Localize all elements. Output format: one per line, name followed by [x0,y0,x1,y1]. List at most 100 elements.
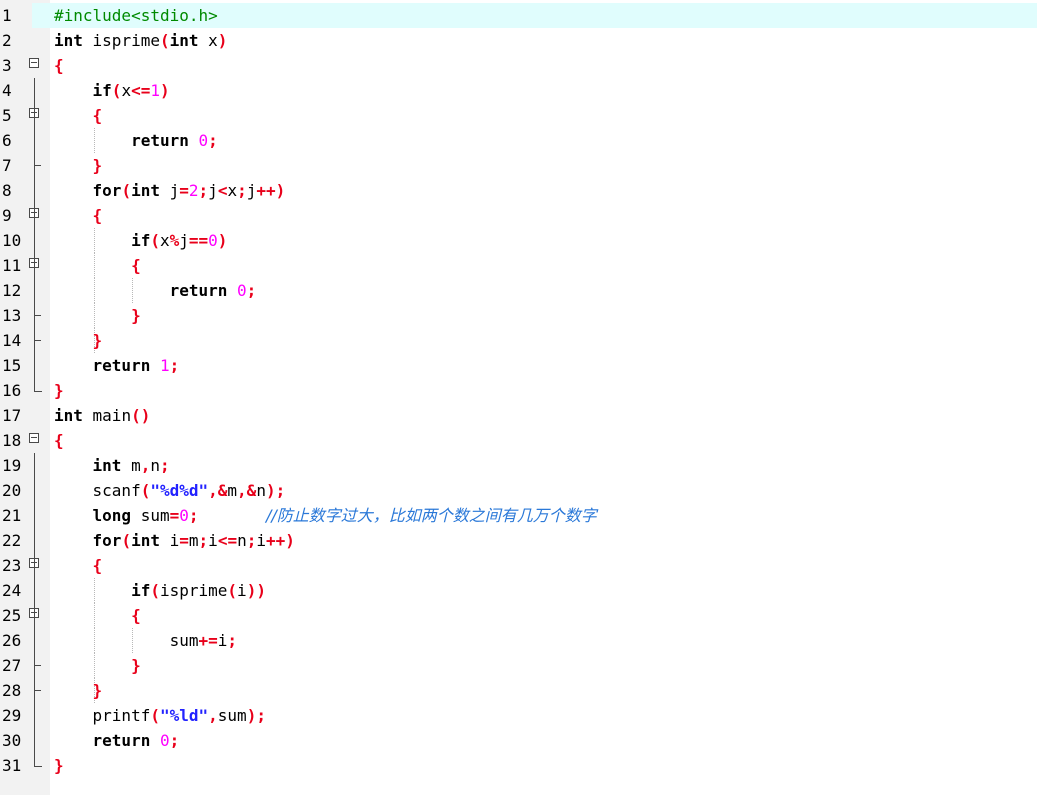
line-number: 22 [0,528,32,553]
code-text[interactable]: return 0; [54,728,180,753]
code-text[interactable]: } [54,328,103,353]
code-text[interactable]: for(int i=m;i<=n;i++) [54,528,295,553]
code-text[interactable]: long sum=0; //防止数字过大，比如两个数之间有几万个数字 [54,503,597,528]
keyword-token: return [92,731,151,750]
line-number: 30 [0,728,32,753]
code-line[interactable]: 21 long sum=0; //防止数字过大，比如两个数之间有几万个数字 [0,503,1037,528]
fold-line [34,628,35,653]
code-line[interactable]: 28 } [0,678,1037,703]
code-line[interactable]: 24 if(isprime(i)) [0,578,1037,603]
code-text[interactable]: int m,n; [54,453,170,478]
line-number: 28 [0,678,32,703]
code-text[interactable]: { [54,428,64,453]
operator-token: )) [246,581,266,600]
fold-line [34,503,35,528]
code-text[interactable]: } [54,753,64,778]
operator-token: , [208,706,218,725]
code-line[interactable]: 4 if(x<=1) [0,78,1037,103]
plain-token: sum [131,506,170,525]
line-number: 9 [0,203,32,228]
keyword-token: int [169,31,199,50]
code-line[interactable]: 17 int main() [0,403,1037,428]
code-text[interactable]: if(isprime(i)) [54,578,266,603]
fold-branch-marker [34,690,41,691]
code-line[interactable]: 7 } [0,153,1037,178]
code-text[interactable]: return 0; [54,278,257,303]
code-text[interactable]: { [54,53,64,78]
code-text[interactable]: for(int j=2;j<x;j++) [54,178,286,203]
code-line[interactable]: 22 for(int i=m;i<=n;i++) [0,528,1037,553]
plain-token: j [179,231,189,250]
line-number: 17 [0,403,32,428]
operator-token: ; [246,281,257,300]
code-line[interactable]: 3{ [0,53,1037,78]
operator-token: < [217,181,228,200]
code-line[interactable]: 25 { [0,603,1037,628]
code-text[interactable]: if(x<=1) [54,78,170,103]
fold-line [34,728,35,753]
code-editor[interactable]: 1 #include<stdio.h> 2 int isprime(int x) 3{4… [0,0,1037,795]
code-line[interactable]: 19 int m,n; [0,453,1037,478]
code-line[interactable]: 29 printf("%ld",sum); [0,703,1037,728]
plain-token: i [159,531,180,550]
code-line[interactable]: 5 { [0,103,1037,128]
code-text[interactable]: { [54,253,141,278]
code-line[interactable]: 1 #include<stdio.h> [0,3,1037,28]
code-line[interactable]: 27 } [0,653,1037,678]
code-text[interactable]: } [54,153,103,178]
code-text[interactable]: { [54,103,103,128]
code-line[interactable]: 26 sum+=i; [0,628,1037,653]
code-text[interactable]: { [54,203,103,228]
code-text[interactable]: } [54,678,103,703]
code-text[interactable]: return 0; [54,128,218,153]
fold-line [34,228,35,253]
code-line[interactable]: 6 return 0; [0,128,1037,153]
keyword-token: int [54,406,83,425]
code-line[interactable]: 11 { [0,253,1037,278]
fold-line [34,253,35,278]
code-line[interactable]: 16} [0,378,1037,403]
code-text[interactable]: } [54,378,64,403]
code-text[interactable]: { [54,603,141,628]
code-area[interactable]: 1 #include<stdio.h> 2 int isprime(int x) 3{4… [0,3,1037,778]
code-text[interactable]: if(x%j==0) [54,228,227,253]
code-text[interactable]: #include<stdio.h> [54,3,218,28]
code-text[interactable]: { [54,553,103,578]
code-line[interactable]: 23 { [0,553,1037,578]
operator-token: ( [150,231,160,250]
code-line[interactable]: 2 int isprime(int x) [0,28,1037,53]
code-text[interactable]: printf("%ld",sum); [54,703,266,728]
code-line[interactable]: 15 return 1; [0,353,1037,378]
code-text[interactable]: } [54,653,141,678]
code-text[interactable]: } [54,303,141,328]
code-text[interactable]: int main() [54,403,150,428]
line-number: 23 [0,553,32,578]
code-text[interactable]: return 1; [54,353,180,378]
code-line[interactable]: 13 } [0,303,1037,328]
code-line[interactable]: 9 { [0,203,1037,228]
operator-token: ( [227,581,238,600]
code-line[interactable]: 10 if(x%j==0) [0,228,1037,253]
code-line[interactable]: 30 return 0; [0,728,1037,753]
code-text[interactable]: int isprime(int x) [54,28,227,53]
operator-token: } [92,331,103,350]
code-line[interactable]: 8 for(int j=2;j<x;j++) [0,178,1037,203]
collapse-toggle-icon[interactable] [29,433,39,443]
operator-token: ++) [266,531,295,550]
code-line[interactable]: 12 return 0; [0,278,1037,303]
code-line[interactable]: 14 } [0,328,1037,353]
plain-token: m [188,531,199,550]
operator-token: { [54,431,64,450]
operator-token: ; [198,531,209,550]
code-line[interactable]: 20 scanf("%d%d",&m,&n); [0,478,1037,503]
code-text[interactable]: sum+=i; [54,628,237,653]
collapse-toggle-icon[interactable] [29,58,39,68]
code-line[interactable]: 31} [0,753,1037,778]
code-line[interactable]: 18 { [0,428,1037,453]
code-text[interactable]: scanf("%d%d",&m,&n); [54,478,286,503]
operator-token: = [179,531,189,550]
